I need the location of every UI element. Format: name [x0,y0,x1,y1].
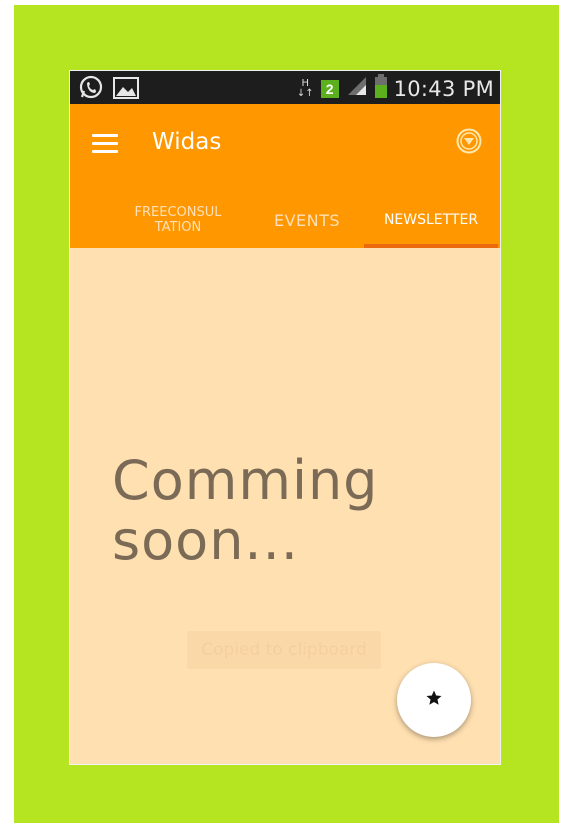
clipboard-toast: Copied to clipboard [187,631,381,669]
tab-freeconsultation-label: FREECONSUL TATION [134,205,222,235]
status-bar: H ↓↑ 2 10:43 PM [70,71,500,104]
favorite-fab-button[interactable] [397,663,471,737]
whatsapp-icon [78,74,104,105]
battery-icon [374,74,387,103]
sim-badge-icon: 2 [320,79,339,98]
tab-selected-indicator [364,244,498,248]
data-arrows-icon: H ↓↑ [296,77,314,99]
image-icon [112,74,140,105]
app-title: Widas [152,129,222,155]
star-icon [425,689,443,712]
tab-bar: FREECONSUL TATION EVENTS NEWSLETTER [70,192,500,248]
signal-icon [346,75,368,102]
tab-events[interactable]: EVENTS [252,192,362,248]
hamburger-menu-icon[interactable] [92,134,118,154]
app-bar: Widas FREECONSUL TATION EVENTS NEWSLETTE… [70,104,500,248]
dropdown-circle-icon[interactable] [455,127,483,155]
coming-soon-line2: soon... [112,509,299,572]
tab-events-label: EVENTS [273,210,341,230]
coming-soon-message: Comming soon... [112,451,492,571]
phone-screen: H ↓↑ 2 10:43 PM Widas FREECONSUL TATION … [69,70,501,765]
tab-freeconsultation[interactable]: FREECONSUL TATION [104,192,252,248]
tab-newsletter-label: NEWSLETTER [383,212,479,228]
status-time: 10:43 PM [393,76,494,101]
tab-newsletter[interactable]: NEWSLETTER [364,192,498,248]
coming-soon-line1: Comming [112,449,379,512]
